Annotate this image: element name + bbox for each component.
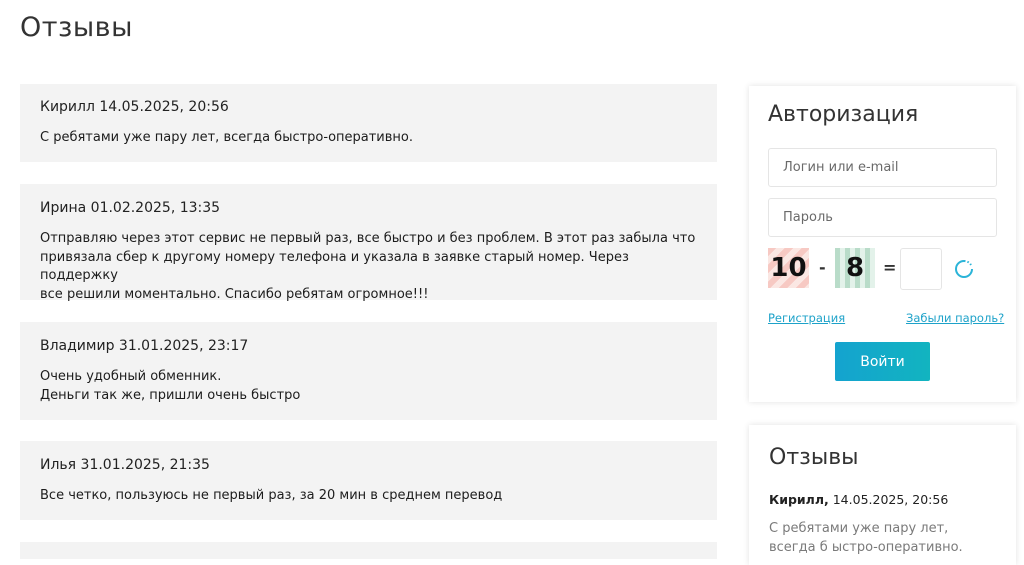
side-review-header: Кирилл, 14.05.2025, 20:56: [769, 492, 948, 507]
captcha-answer-input[interactable]: [900, 248, 942, 290]
captcha-number-2: 8: [835, 248, 875, 288]
login-input[interactable]: [768, 148, 997, 187]
review-text: Очень удобный обменник. Деньги так же, п…: [40, 369, 301, 403]
login-button[interactable]: Войти: [835, 342, 930, 381]
review-author: Илья: [40, 457, 77, 473]
refresh-icon[interactable]: [953, 258, 975, 280]
review-date: 31.01.2025, 21:35: [80, 457, 210, 473]
auth-title: Авторизация: [768, 102, 919, 127]
review-card: Илья 31.01.2025, 21:35 Все четко, пользу…: [20, 441, 717, 520]
side-review-date: 14.05.2025, 20:56: [832, 492, 949, 507]
review-header: Владимир 31.01.2025, 23:17: [40, 338, 248, 354]
review-card: Кирилл 14.05.2025, 20:56 С ребятами уже …: [20, 84, 717, 162]
side-review-text: С ребятами уже пару лет, всегда б ыстро-…: [769, 521, 963, 555]
review-date: 14.05.2025, 20:56: [99, 99, 229, 115]
review-card: [20, 542, 717, 559]
captcha-equals: =: [883, 258, 897, 277]
auth-panel: Авторизация 10 - 8 = Регистрация Забыли …: [749, 86, 1016, 402]
review-card: Владимир 31.01.2025, 23:17 Очень удобный…: [20, 322, 717, 420]
review-author: Кирилл: [40, 99, 95, 115]
register-link[interactable]: Регистрация: [768, 311, 845, 325]
review-author: Ирина: [40, 200, 87, 216]
side-reviews-title: Отзывы: [769, 445, 859, 470]
captcha-number-1: 10: [768, 248, 809, 288]
review-author: Владимир: [40, 338, 115, 354]
captcha-minus: -: [819, 258, 826, 277]
review-text: Отправляю через этот сервис не первый ра…: [40, 231, 696, 302]
side-reviews-panel: Отзывы Кирилл, 14.05.2025, 20:56 С ребят…: [749, 425, 1016, 565]
review-header: Ирина 01.02.2025, 13:35: [40, 200, 220, 216]
review-date: 31.01.2025, 23:17: [118, 338, 249, 354]
review-date: 01.02.2025, 13:35: [90, 200, 221, 216]
page-title: Отзывы: [20, 12, 133, 43]
review-header: Кирилл 14.05.2025, 20:56: [40, 99, 229, 115]
review-card: Ирина 01.02.2025, 13:35 Отправляю через …: [20, 184, 717, 302]
password-input[interactable]: [768, 198, 997, 237]
review-text: С ребятами уже пару лет, всегда быстро-о…: [40, 130, 414, 145]
side-review-author: Кирилл,: [769, 492, 829, 507]
review-text: Все четко, пользуюсь не первый раз, за 2…: [40, 488, 503, 503]
forgot-password-link[interactable]: Забыли пароль?: [906, 311, 1004, 325]
review-header: Илья 31.01.2025, 21:35: [40, 457, 210, 473]
